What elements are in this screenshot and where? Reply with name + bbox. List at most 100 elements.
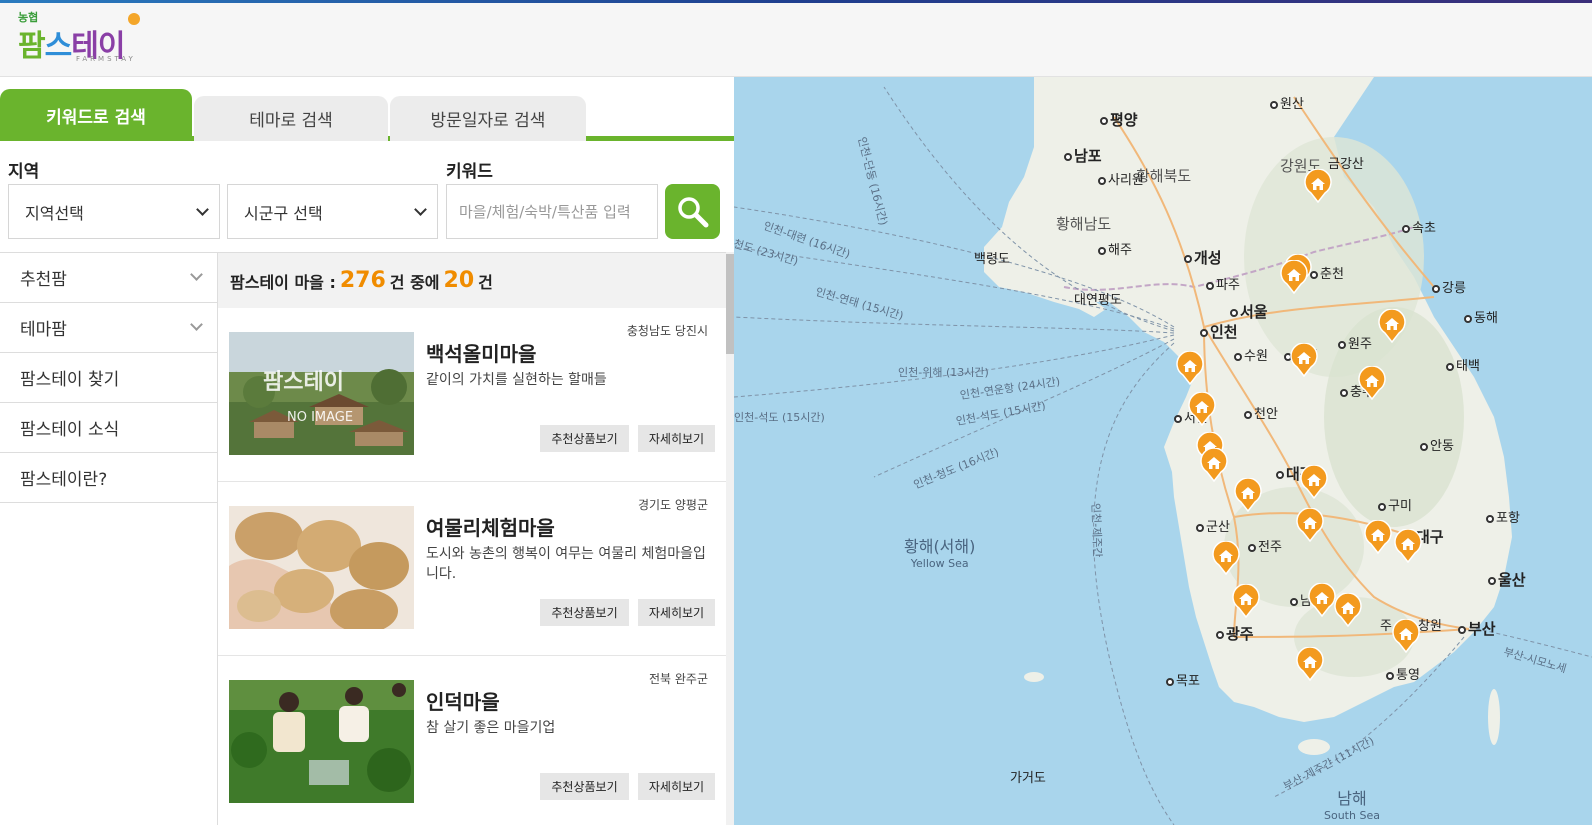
item-desc: 참 살기 좋은 마을기업	[426, 720, 556, 736]
map-city: 목포	[1166, 670, 1200, 689]
farmstay-marker-icon[interactable]	[1211, 540, 1241, 576]
map-city: 해주	[1098, 239, 1132, 258]
tab-theme[interactable]: 테마로 검색	[194, 96, 388, 141]
sidebar-item-find[interactable]: 팜스테이 찾기	[0, 353, 217, 403]
farmstay-marker-icon[interactable]	[1299, 464, 1329, 500]
farmstay-marker-icon[interactable]	[1279, 259, 1309, 295]
sidebar-item-recommend[interactable]: 추천팜	[0, 253, 217, 303]
keyword-input[interactable]: 마을/체험/숙박/특산품 입력	[446, 184, 658, 239]
map-route-label: 인천-위해 (13시간)	[898, 366, 989, 379]
item-title[interactable]: 여물리체험마을	[426, 512, 555, 541]
farmstay-marker-icon[interactable]	[1295, 507, 1325, 543]
list-item[interactable]: 경기도 양평군 여물리체험마을 도시와 농촌의 행복이 여무는 여물리 체험마을…	[218, 482, 726, 656]
village-photo[interactable]	[229, 506, 414, 629]
farmstay-marker-icon[interactable]	[1357, 365, 1387, 401]
farmstay-marker-icon[interactable]	[1363, 519, 1393, 555]
map-city: 원산	[1270, 93, 1304, 112]
region-label: 지역	[8, 162, 40, 182]
map-label-hwanghae-south: 황해남도	[1056, 215, 1112, 233]
korea-map[interactable]: 황해북도 황해남도 강원도 금강산 평양 남포 사리원 해주 개성 원산 파주 …	[734, 77, 1592, 825]
chevron-down-icon	[414, 203, 427, 216]
item-desc: 도시와 농촌의 행복이 여무는 여물리 체험마을입니다.	[426, 546, 706, 582]
list-item[interactable]: 전북 완주군 인덕마을 참 살기 좋은 마을기업 추천상품보기 자세히보기	[218, 656, 726, 825]
recommend-products-button[interactable]: 추천상품보기	[540, 425, 629, 452]
results-scrollbar[interactable]	[726, 252, 734, 825]
district-select[interactable]: 시군구 선택	[227, 184, 438, 239]
item-title[interactable]: 인덕마을	[426, 686, 500, 715]
village-photo[interactable]: 팜스테이 NO IMAGE	[229, 332, 414, 455]
map-city: 구미	[1378, 495, 1412, 514]
search-icon	[678, 197, 709, 228]
scrollbar-thumb[interactable]	[726, 254, 734, 354]
map-city: 서울	[1230, 301, 1268, 322]
chevron-down-icon	[190, 318, 203, 331]
farmstay-marker-icon[interactable]	[1391, 618, 1421, 654]
result-count: 팜스테이 마을 :276 건 중에 20 건	[218, 253, 726, 308]
sidebar-item-about[interactable]: 팜스테이란?	[0, 453, 217, 503]
map-city: 포항	[1486, 507, 1520, 526]
map-city: 원주	[1338, 333, 1372, 352]
farmstay-marker-icon[interactable]	[1393, 528, 1423, 564]
map-sea-label: 남해 South Sea	[1324, 789, 1380, 822]
recommend-products-button[interactable]: 추천상품보기	[540, 773, 629, 800]
item-region: 경기도 양평군	[637, 498, 708, 512]
recommend-products-button[interactable]: 추천상품보기	[540, 599, 629, 626]
search-button[interactable]	[665, 184, 720, 239]
map-city: 강릉	[1432, 277, 1466, 296]
map-route-label: 인천-제주간	[1089, 502, 1104, 558]
map-city: 대연평도	[1074, 293, 1122, 308]
farmstay-marker-icon[interactable]	[1377, 308, 1407, 344]
search-tabs: 키워드로 검색 테마로 검색 방문일자로 검색	[0, 89, 734, 141]
map-city: 춘천	[1310, 263, 1344, 282]
tab-keyword[interactable]: 키워드로 검색	[0, 89, 192, 141]
map-city: 사리원	[1098, 169, 1144, 188]
map-city: 파주	[1206, 274, 1240, 293]
map-city: 태백	[1446, 355, 1480, 374]
map-city: 광주	[1216, 623, 1254, 644]
map-city: 부산	[1458, 618, 1496, 639]
map-sea-label: 황해(서해) Yellow Sea	[904, 537, 976, 570]
chevron-down-icon	[190, 268, 203, 281]
map-city: 통영	[1386, 664, 1420, 683]
map-city: 수원	[1234, 345, 1268, 364]
farmstay-marker-icon[interactable]	[1295, 646, 1325, 682]
tab-visit-date[interactable]: 방문일자로 검색	[390, 96, 586, 141]
chevron-down-icon	[196, 203, 209, 216]
list-item[interactable]: 팜스테이 NO IMAGE 충청남도 당진시 백석올미마을 같이의 가치를 실현…	[218, 308, 726, 482]
farmstay-marker-icon[interactable]	[1333, 592, 1363, 628]
map-city: 울산	[1488, 569, 1526, 590]
item-title[interactable]: 백석올미마을	[426, 338, 536, 367]
farmstay-marker-icon[interactable]	[1199, 447, 1229, 483]
farmstay-marker-icon[interactable]	[1175, 350, 1205, 386]
item-desc: 같이의 가치를 실현하는 할매들	[426, 372, 607, 388]
map-city: 백령도	[974, 252, 1010, 267]
village-photo[interactable]	[229, 680, 414, 803]
no-image-logo: 팜스테이	[263, 370, 344, 395]
sidebar-item-news[interactable]: 팜스테이 소식	[0, 403, 217, 453]
map-city: 천안	[1244, 403, 1278, 422]
sidebar-item-theme[interactable]: 테마팜	[0, 303, 217, 353]
farmstay-marker-icon[interactable]	[1233, 477, 1263, 513]
map-city: 개성	[1184, 247, 1222, 268]
map-city: 전주	[1248, 536, 1282, 555]
results-list: 팜스테이 마을 :276 건 중에 20 건 팜스테이 NO IMAGE 충청남…	[218, 252, 726, 825]
map-city: 가거도	[1010, 771, 1046, 786]
region-select[interactable]: 지역선택	[8, 184, 220, 239]
item-region: 전북 완주군	[648, 672, 708, 686]
farmstay-marker-icon[interactable]	[1187, 391, 1217, 427]
map-city: 인천	[1200, 321, 1238, 342]
map-city: 안동	[1420, 435, 1454, 454]
farmstay-marker-icon[interactable]	[1231, 583, 1261, 619]
farmstay-marker-icon[interactable]	[1289, 342, 1319, 378]
detail-button[interactable]: 자세히보기	[638, 773, 715, 800]
sidebar-menu: 추천팜 테마팜 팜스테이 찾기 팜스테이 소식 팜스테이란?	[0, 252, 218, 825]
item-region: 충청남도 당진시	[626, 324, 708, 338]
map-route-label: 인천-석도 (15시간)	[734, 411, 825, 424]
map-label-hwanghae-north: 황해북도	[1136, 167, 1192, 185]
detail-button[interactable]: 자세히보기	[638, 599, 715, 626]
no-image-text: NO IMAGE	[287, 410, 354, 425]
detail-button[interactable]: 자세히보기	[638, 425, 715, 452]
map-city: 평양	[1100, 109, 1138, 130]
farmstay-logo[interactable]: 농협 팜스테이 FARMSTAY	[16, 7, 166, 64]
farmstay-marker-icon[interactable]	[1303, 168, 1333, 204]
